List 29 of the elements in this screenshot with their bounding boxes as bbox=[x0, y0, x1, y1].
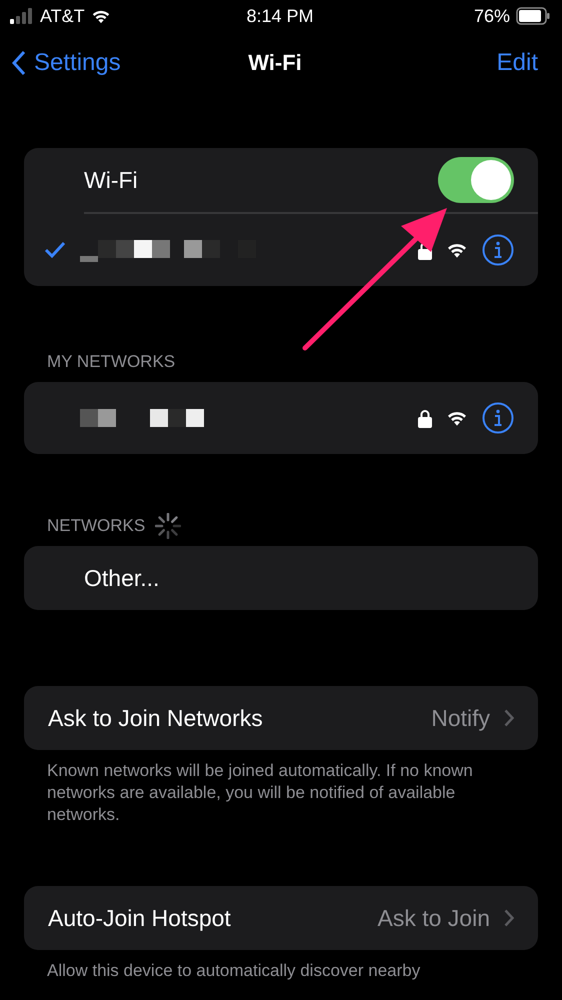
battery-icon bbox=[516, 7, 550, 25]
setting-row[interactable]: Ask to Join Networks Notify bbox=[24, 686, 538, 750]
setting-description: Known networks will be joined automatically. If no known networks are available, you will be notified of available networks. bbox=[47, 760, 474, 826]
section-header: NETWORKS bbox=[47, 516, 146, 536]
chevron-icon bbox=[504, 909, 514, 927]
setting-value: Ask to Join bbox=[378, 904, 490, 932]
wifi-signal-icon bbox=[446, 410, 468, 426]
wifi-status-icon bbox=[90, 8, 111, 24]
setting-value: Notify bbox=[431, 704, 490, 732]
chevron-icon bbox=[504, 709, 514, 727]
wifi-signal-icon bbox=[446, 242, 468, 258]
other-network-item[interactable]: Other... bbox=[84, 564, 514, 592]
back-chevron-icon bbox=[12, 50, 26, 76]
info-icon[interactable] bbox=[482, 234, 514, 266]
back-button[interactable]: Settings bbox=[12, 49, 162, 77]
battery-percentage: 76% bbox=[474, 6, 510, 26]
setting-description: Allow this device to automatically discover nearby bbox=[47, 960, 422, 982]
carrier-name: AT&T bbox=[40, 6, 85, 26]
section-header: MY NETWORKS bbox=[47, 352, 176, 372]
signal-icon bbox=[10, 8, 34, 24]
wifi-toggle[interactable] bbox=[438, 157, 514, 203]
setting-row[interactable]: Auto-Join Hotspot Ask to Join bbox=[24, 886, 538, 950]
edit-button[interactable]: Edit bbox=[388, 49, 538, 77]
setting-label: Auto-Join Hotspot bbox=[48, 904, 232, 932]
info-icon[interactable] bbox=[482, 402, 514, 434]
page-title: Wi-Fi bbox=[248, 50, 302, 76]
setting-label: Ask to Join Networks bbox=[48, 704, 264, 732]
clock: 8:14 PM bbox=[246, 6, 314, 26]
wifi-label: Wi-Fi bbox=[84, 166, 139, 194]
